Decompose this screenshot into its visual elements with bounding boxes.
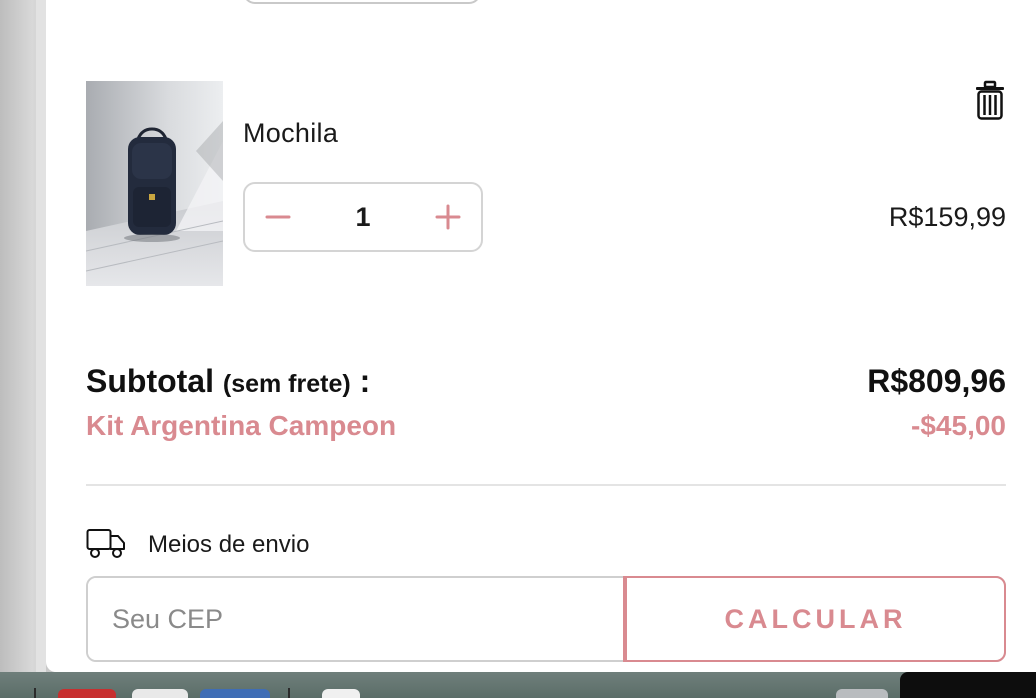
trash-icon — [976, 80, 1004, 120]
dock-trash-icon[interactable] — [836, 689, 888, 698]
cep-form: CALCULAR — [86, 576, 1006, 662]
page-backdrop — [0, 0, 46, 698]
dock-separator — [288, 688, 290, 698]
remove-item-button[interactable] — [973, 80, 1007, 122]
dock-trash-area — [900, 672, 1036, 698]
dock-app-icon[interactable] — [200, 689, 270, 698]
decrease-quantity-button[interactable] — [247, 184, 307, 250]
subtotal-value: R$809,96 — [867, 363, 1006, 399]
backpack-photo-icon — [86, 81, 223, 286]
shipping-methods-label: Meios de envio — [148, 531, 310, 558]
divider — [86, 484, 1006, 486]
quantity-value[interactable]: 1 — [305, 184, 421, 250]
subtotal-label-text: Subtotal — [86, 363, 214, 399]
product-name: Mochila — [243, 118, 339, 148]
cep-input[interactable] — [88, 578, 625, 660]
increase-quantity-button[interactable] — [419, 184, 479, 250]
truck-icon — [86, 527, 126, 559]
dock-app-icon[interactable] — [322, 689, 360, 698]
discount-value: -$45,00 — [911, 410, 1006, 441]
subtotal-label: Subtotal (sem frete) : — [86, 363, 370, 400]
previous-item-quantity-stepper[interactable] — [243, 0, 481, 4]
subtotal-colon: : — [350, 363, 371, 399]
subtotal-note: (sem frete) — [222, 370, 351, 398]
item-price: R$159,99 — [888, 202, 1006, 232]
calculate-shipping-button[interactable]: CALCULAR — [625, 578, 1004, 660]
discount-label: Kit Argentina Campeon — [86, 410, 397, 441]
cart-drawer: Mochila 1 R$159,99 Subtotal (sem frete) … — [46, 0, 1036, 672]
dock-separator — [34, 688, 36, 698]
dock-app-icon[interactable] — [132, 689, 188, 698]
minus-icon — [265, 215, 291, 219]
product-image[interactable] — [86, 81, 223, 286]
dock-app-icon[interactable] — [58, 689, 116, 698]
backdrop-stripe — [36, 0, 46, 698]
quantity-stepper: 1 — [243, 182, 483, 252]
plus-icon — [435, 204, 461, 230]
